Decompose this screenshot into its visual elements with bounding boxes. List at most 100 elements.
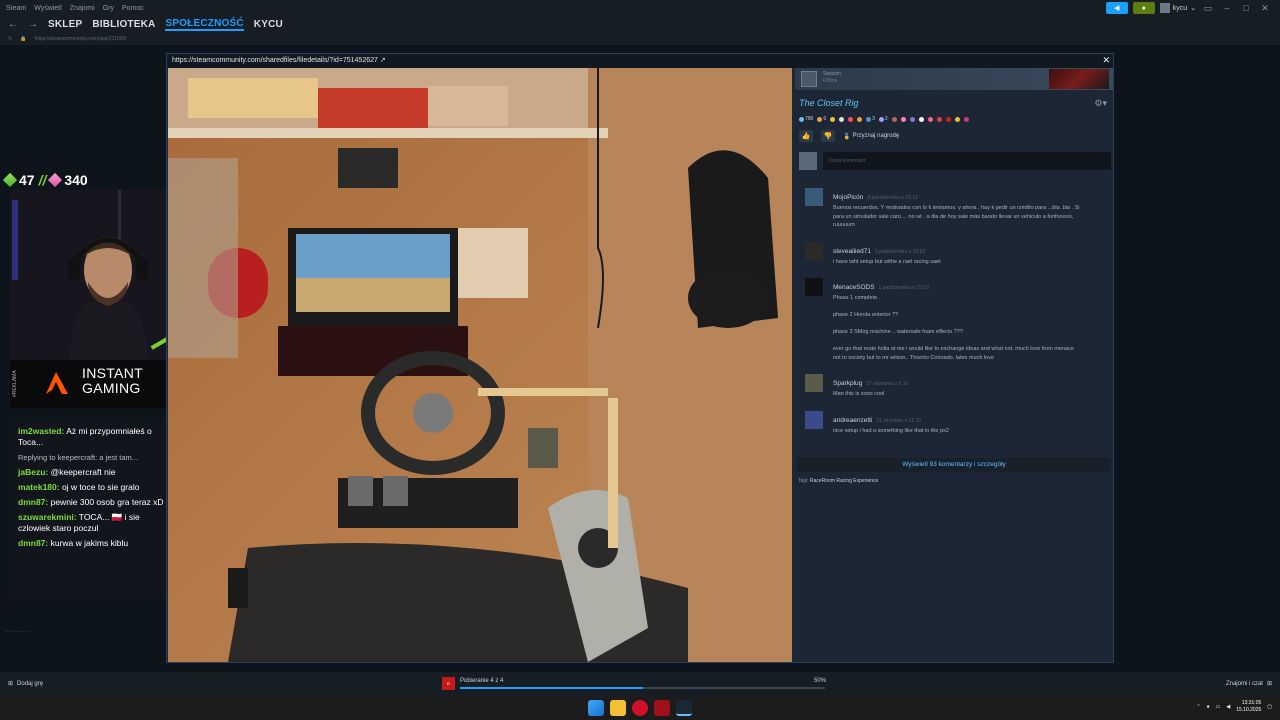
comment-author[interactable]: MojoPicón (833, 194, 863, 201)
reaction[interactable] (954, 116, 960, 122)
reaction[interactable] (918, 116, 924, 122)
download-progress-fill (460, 687, 643, 689)
reaction-icon (909, 116, 915, 122)
tag-link[interactable]: RaceRoom Racing Experience (810, 478, 878, 484)
item-title: The Closet Rig (799, 98, 859, 108)
reaction[interactable] (891, 116, 897, 122)
comment: stevealiied71 2 października o 23:53 i ha… (799, 240, 1111, 267)
current-url[interactable]: https://steamcommunity.com/app/211500/ (34, 36, 126, 42)
friends-chat-button[interactable]: Znajomi i czat ⊞ (1226, 680, 1272, 688)
gear-icon[interactable]: ⚙▾ (1094, 98, 1107, 109)
reaction-thumbs-up[interactable]: 790 (799, 116, 813, 122)
reaction-icon (918, 116, 924, 122)
close-icon[interactable]: ✕ (1102, 55, 1110, 66)
instant-gaming-logo (46, 372, 68, 394)
comment-author[interactable]: MenaceSODS (833, 284, 875, 291)
reaction[interactable] (830, 116, 836, 122)
comment-author[interactable]: stevealiied71 (833, 248, 871, 255)
announcements-button[interactable]: ◀ (1105, 2, 1128, 14)
webcam-feed (10, 190, 180, 360)
reaction[interactable]: 6 (817, 116, 826, 122)
reaction-icon (927, 116, 933, 122)
opera-icon[interactable] (632, 700, 648, 716)
author-avatar[interactable] (801, 71, 817, 87)
big-picture-icon[interactable]: ▭ (1201, 3, 1215, 14)
reaction[interactable] (839, 116, 845, 122)
steam-icon[interactable] (676, 700, 692, 716)
add-game-button[interactable]: ⊞ Dodaj grę (8, 680, 43, 688)
award-button[interactable]: 🏅 Przyznaj nagrodę (843, 133, 899, 140)
start-icon[interactable] (588, 700, 604, 716)
comment-time: 21 września o 21:16 (876, 417, 922, 424)
steam-menu[interactable]: Steam (6, 5, 26, 12)
back-arrow-icon[interactable]: ← (8, 19, 18, 30)
game-banner[interactable] (1049, 69, 1109, 89)
reaction[interactable] (909, 116, 915, 122)
view-all-comments-link[interactable]: Wyświetl 93 komentarzy i szczegóły (797, 458, 1111, 472)
refresh-icon[interactable]: ↻ (8, 36, 12, 42)
network-icon[interactable]: ▭ (1216, 704, 1221, 710)
nav-store[interactable]: SKLEP (48, 19, 82, 30)
menu-help[interactable]: Pomoc (122, 5, 144, 12)
menu-view[interactable]: Wyświetl (34, 5, 62, 12)
reaction[interactable] (927, 116, 933, 122)
reaction[interactable] (963, 116, 969, 122)
forward-arrow-icon[interactable]: → (28, 19, 38, 30)
reaction[interactable] (900, 116, 906, 122)
chat-message: dmn87: pewnie 300 osob gra teraz xD (18, 497, 164, 507)
reaction[interactable]: 2 (878, 116, 888, 122)
nav-community[interactable]: SPOŁECZNOŚĆ (165, 18, 244, 31)
chat-message: im2wasted: Aż mi przypomniałeś o Toca... (18, 426, 152, 447)
commenter-avatar[interactable] (805, 188, 823, 206)
lightbox-url[interactable]: https://steamcommunity.com/sharedfiles/f… (167, 54, 1113, 68)
notifications-button[interactable]: ● (1132, 2, 1155, 14)
comment: Sparkplug 27 września o 5:16 Man this is … (799, 372, 1111, 399)
app-icon[interactable] (654, 700, 670, 716)
award-label: Przyznaj nagrodę (852, 133, 900, 139)
commenter-avatar[interactable] (805, 410, 823, 429)
reaction-icon (936, 116, 942, 122)
thumbs-up-button[interactable]: 👍 (799, 130, 813, 142)
chevron-up-icon[interactable]: ⌃ (1196, 704, 1200, 710)
reaction[interactable] (945, 116, 951, 122)
reaction[interactable]: 3 (866, 116, 875, 122)
menu-games[interactable]: Gry (103, 5, 114, 12)
comments-list: MojoPicón 8 października o 23:13 Buenos r… (799, 186, 1111, 445)
user-menu[interactable]: kycu ⌄ (1159, 3, 1196, 13)
stream-chat: im2wasted: Aż mi przypomniałeś o Toca...… (10, 420, 180, 596)
nav-library[interactable]: BIBLIOTEKA (92, 19, 155, 30)
commenter-avatar[interactable] (805, 374, 823, 392)
reaction[interactable] (848, 116, 854, 122)
reaction-icon (891, 116, 897, 122)
reaction[interactable] (936, 116, 942, 122)
title-bar: Steam Wyświetl Znajomi Gry Pomoc ◀ ● kyc… (0, 0, 1280, 16)
clock[interactable]: 13:31:05 15.10.2025 (1236, 700, 1261, 714)
thumbs-up-icon (799, 116, 804, 122)
commenter-avatar[interactable] (805, 241, 823, 260)
url-bar: ↻ 🔒 https://steamcommunity.com/app/21150… (0, 32, 1280, 45)
screenshot-image[interactable] (168, 68, 792, 662)
maximize-button[interactable]: □ (1239, 3, 1253, 13)
comment-author[interactable]: Sparkplug (833, 380, 862, 387)
gem-icon (2, 172, 18, 188)
reaction-icon (963, 116, 969, 122)
close-button[interactable]: ✕ (1258, 3, 1272, 14)
reaction-icon (830, 116, 836, 122)
comment-time: 27 września o 5:16 (866, 381, 909, 387)
author-name[interactable]: Sepssin (823, 71, 841, 77)
comment-text: nice setup i had a something like that i… (833, 427, 949, 434)
comment-author[interactable]: andreaenzetti (833, 417, 872, 424)
thumbs-down-button[interactable]: 👎 (821, 130, 835, 142)
volume-icon[interactable]: ◀ (1226, 704, 1230, 710)
notification-icon[interactable]: ▢ (1267, 704, 1272, 710)
comment-input[interactable]: Dodaj komentarz (823, 152, 1111, 170)
nav-profile[interactable]: KYCU (254, 19, 283, 30)
menu-friends[interactable]: Znajomi (70, 5, 95, 12)
file-explorer-icon[interactable] (610, 700, 626, 716)
mic-icon[interactable]: ● (1207, 704, 1210, 710)
commenter-avatar[interactable] (805, 278, 823, 296)
minimize-button[interactable]: – (1220, 3, 1234, 13)
reaction[interactable] (857, 116, 863, 122)
avatar (1159, 3, 1170, 13)
download-status[interactable]: R Pobieranie 4 z 4 50% (442, 676, 832, 692)
